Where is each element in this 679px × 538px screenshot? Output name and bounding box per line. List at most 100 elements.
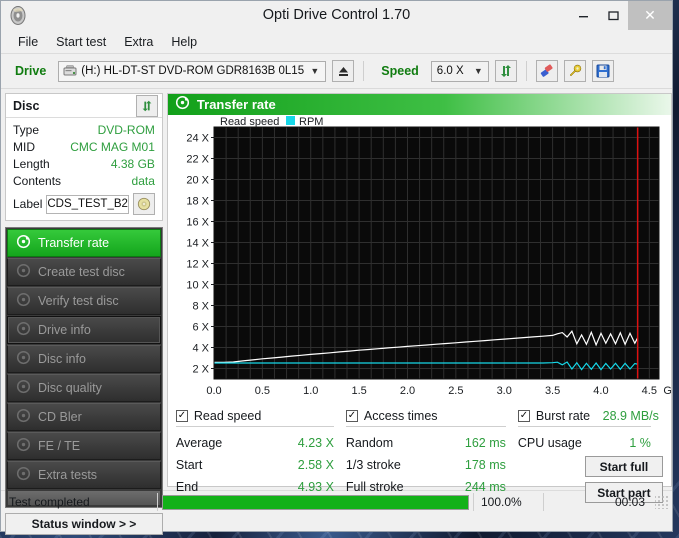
disc-row-key: MID <box>13 140 35 154</box>
read-speed-results: ✓ Read speed Average 4.23 X Start 2.58 X <box>175 409 346 503</box>
disc-row-length: Length 4.38 GB <box>13 156 155 173</box>
disc-icon <box>16 263 31 281</box>
progress-percent: 100.0% <box>481 495 522 509</box>
toolbar-divider <box>363 61 365 81</box>
cd-icon-button[interactable] <box>132 193 155 215</box>
speed-label: Speed <box>381 64 419 78</box>
result-row-third-stroke: 1/3 stroke 178 ms <box>346 454 518 476</box>
drive-select[interactable]: (H:) HL-DT-ST DVD-ROM GDR8163B 0L15 ▼ <box>58 60 327 82</box>
svg-text:8 X: 8 X <box>192 301 209 313</box>
menu-bar: File Start test Extra Help <box>1 31 672 53</box>
result-row-average: Average 4.23 X <box>176 432 346 454</box>
sidebar-item-cd-bler[interactable]: CD Bler <box>7 403 161 431</box>
access-times-checkbox-row[interactable]: ✓ Access times <box>345 409 518 423</box>
sidebar-item-label: Drive info <box>38 323 91 337</box>
status-text: Test completed <box>9 495 90 509</box>
disc-row-value: DVD-ROM <box>97 123 155 137</box>
start-full-button[interactable]: Start full <box>584 456 663 477</box>
menu-item-help[interactable]: Help <box>162 33 206 51</box>
panel-header: Transfer rate <box>167 94 671 115</box>
sidebar-item-label: Transfer rate <box>38 236 110 250</box>
menu-item-file[interactable]: File <box>9 33 47 51</box>
disc-label-row: Label CDS_TEST_B2 <box>13 193 155 215</box>
eraser-button[interactable] <box>535 60 558 82</box>
disc-row-key: Length <box>13 157 50 171</box>
disc-row-value: CMC MAG M01 <box>70 140 155 154</box>
disc-label-input[interactable]: CDS_TEST_B2 <box>46 194 129 214</box>
svg-text:0.0: 0.0 <box>206 385 221 397</box>
menu-item-extra[interactable]: Extra <box>115 33 162 51</box>
main-body: Disc Type DVD-ROM MID CMC MAG M01 Length… <box>1 89 672 535</box>
disc-icon <box>16 437 31 455</box>
divider <box>517 426 651 427</box>
result-value: 162 ms <box>464 436 506 450</box>
disc-refresh-button[interactable] <box>135 94 158 117</box>
divider <box>175 426 334 427</box>
result-row-cpu-usage: CPU usage 1 % <box>518 432 663 454</box>
read-speed-checkbox-row[interactable]: ✓ Read speed <box>175 409 346 423</box>
result-key: Start <box>175 458 203 472</box>
svg-text:1.5: 1.5 <box>351 385 366 397</box>
disc-icon <box>16 292 31 310</box>
sidebar-item-disc-info[interactable]: Disc info <box>7 345 161 373</box>
minimize-button[interactable] <box>568 1 598 30</box>
read-speed-label: Read speed <box>193 409 262 423</box>
burst-rate-header: ✓ Burst rate 28.9 MB/s <box>517 409 663 423</box>
sidebar-item-fe-te[interactable]: FE / TE <box>7 432 161 460</box>
resize-grip[interactable] <box>655 495 669 509</box>
svg-text:22 X: 22 X <box>186 154 209 166</box>
sidebar: Disc Type DVD-ROM MID CMC MAG M01 Length… <box>1 89 167 535</box>
speed-select[interactable]: 6.0 X ▼ <box>430 60 489 82</box>
chevron-down-icon: ▼ <box>473 66 483 76</box>
sidebar-item-label: Create test disc <box>38 265 125 279</box>
results-area: ✓ Read speed Average 4.23 X Start 2.58 X <box>168 405 671 503</box>
result-row-random: Random 162 ms <box>346 432 518 454</box>
svg-text:14 X: 14 X <box>186 238 209 250</box>
eject-button[interactable] <box>332 60 355 82</box>
sidebar-item-extra-tests[interactable]: Extra tests <box>7 461 161 489</box>
content-area: Transfer rate 2 X 4 X 6 X 8 X 10 X 12 X 14 X 16… <box>166 89 676 503</box>
chart-canvas: 2 X 4 X 6 X 8 X 10 X 12 X 14 X 16 X 18 X 20 X 22 X… <box>186 116 671 397</box>
svg-text:10 X: 10 X <box>186 280 209 292</box>
access-times-checkbox[interactable]: ✓ <box>345 410 358 422</box>
sidebar-item-create-test-disc[interactable]: Create test disc <box>7 258 161 286</box>
burst-rate-checkbox-row[interactable]: ✓ Burst rate <box>517 409 591 423</box>
burst-rate-results: ✓ Burst rate 28.9 MB/s CPU usage 1 % Sta… <box>517 409 663 503</box>
disc-info-rows: Type DVD-ROM MID CMC MAG M01 Length 4.38… <box>6 118 162 220</box>
sidebar-item-label: Verify test disc <box>38 294 119 308</box>
sidebar-item-label: Disc info <box>38 352 86 366</box>
menu-item-start-test[interactable]: Start test <box>47 33 115 51</box>
disc-icon <box>16 321 31 339</box>
disc-icon <box>175 95 190 115</box>
burst-rate-label: Burst rate <box>535 409 591 423</box>
result-value: 1 % <box>629 436 651 450</box>
save-button[interactable] <box>591 60 614 82</box>
chevron-down-icon: ▼ <box>310 66 320 76</box>
sidebar-item-disc-quality[interactable]: Disc quality <box>7 374 161 402</box>
read-speed-checkbox[interactable]: ✓ <box>175 410 188 422</box>
status-window-button[interactable]: Status window > > <box>5 513 163 535</box>
drive-value: (H:) HL-DT-ST DVD-ROM GDR8163B 0L15 <box>81 65 305 77</box>
close-button[interactable]: ✕ <box>628 1 672 30</box>
burst-rate-checkbox[interactable]: ✓ <box>517 410 530 422</box>
disc-row-contents: Contents data <box>13 173 155 190</box>
disc-row-mid: MID CMC MAG M01 <box>13 139 155 156</box>
disc-icon <box>16 234 31 252</box>
disc-row-key: Contents <box>13 174 62 188</box>
tools-button[interactable] <box>563 60 586 82</box>
sidebar-item-transfer-rate[interactable]: Transfer rate <box>7 229 161 257</box>
window-controls: ✕ <box>568 1 672 30</box>
svg-text:2 X: 2 X <box>192 364 209 376</box>
svg-text:RPM: RPM <box>299 116 323 128</box>
svg-text:4 X: 4 X <box>192 343 209 355</box>
sidebar-item-verify-test-disc[interactable]: Verify test disc <box>7 287 161 315</box>
svg-text:16 X: 16 X <box>186 217 209 229</box>
disc-icon <box>16 379 31 397</box>
divider <box>345 426 506 427</box>
refresh-button[interactable] <box>494 60 517 82</box>
sidebar-item-drive-info[interactable]: Drive info <box>7 316 161 344</box>
result-value: 4.23 X <box>297 436 334 450</box>
maximize-button[interactable] <box>598 1 628 30</box>
svg-text:6 X: 6 X <box>192 322 209 334</box>
disc-row-value: 4.38 GB <box>110 157 155 171</box>
